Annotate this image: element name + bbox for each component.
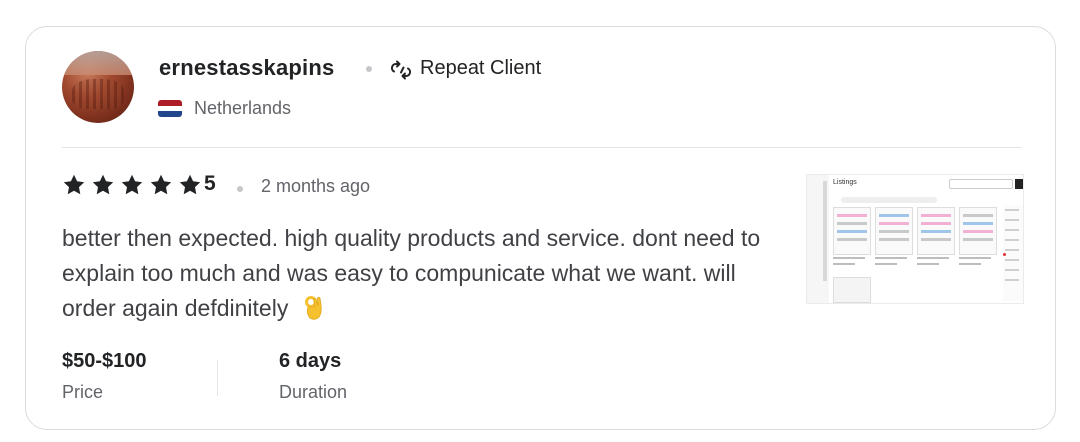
star-icon [150,174,172,195]
avatar[interactable] [62,51,134,123]
review-text: better then expected. high quality produ… [62,221,762,326]
duration-value: 6 days [279,350,342,372]
rating-value: 5 [204,172,216,195]
star-icon [92,174,114,195]
star-icon [179,174,201,195]
repeat-icon [390,60,412,80]
review-time: 2 months ago [261,176,371,196]
repeat-client-badge: Repeat Client [420,57,542,79]
duration-label: Duration [279,382,348,402]
vertical-divider [217,360,218,396]
thumbnail-title: Listings [833,179,857,186]
reviewer-country: Netherlands [194,98,292,118]
divider [62,147,1022,148]
ok-hand-emoji [304,296,322,320]
price-value: $50-$100 [62,350,147,372]
review-body: better then expected. high quality produ… [62,225,761,321]
star-icon [121,174,143,195]
star-icon [63,174,85,195]
reviewer-username[interactable]: ernestasskapins [159,55,334,81]
netherlands-flag-icon [158,100,182,117]
price-label: Price [62,382,104,402]
separator-dot [366,66,372,72]
review-card: ernestasskapins Repeat Client Netherland… [25,26,1056,430]
review-attachment-thumbnail[interactable]: Listings [806,174,1024,304]
separator-dot [237,186,243,192]
